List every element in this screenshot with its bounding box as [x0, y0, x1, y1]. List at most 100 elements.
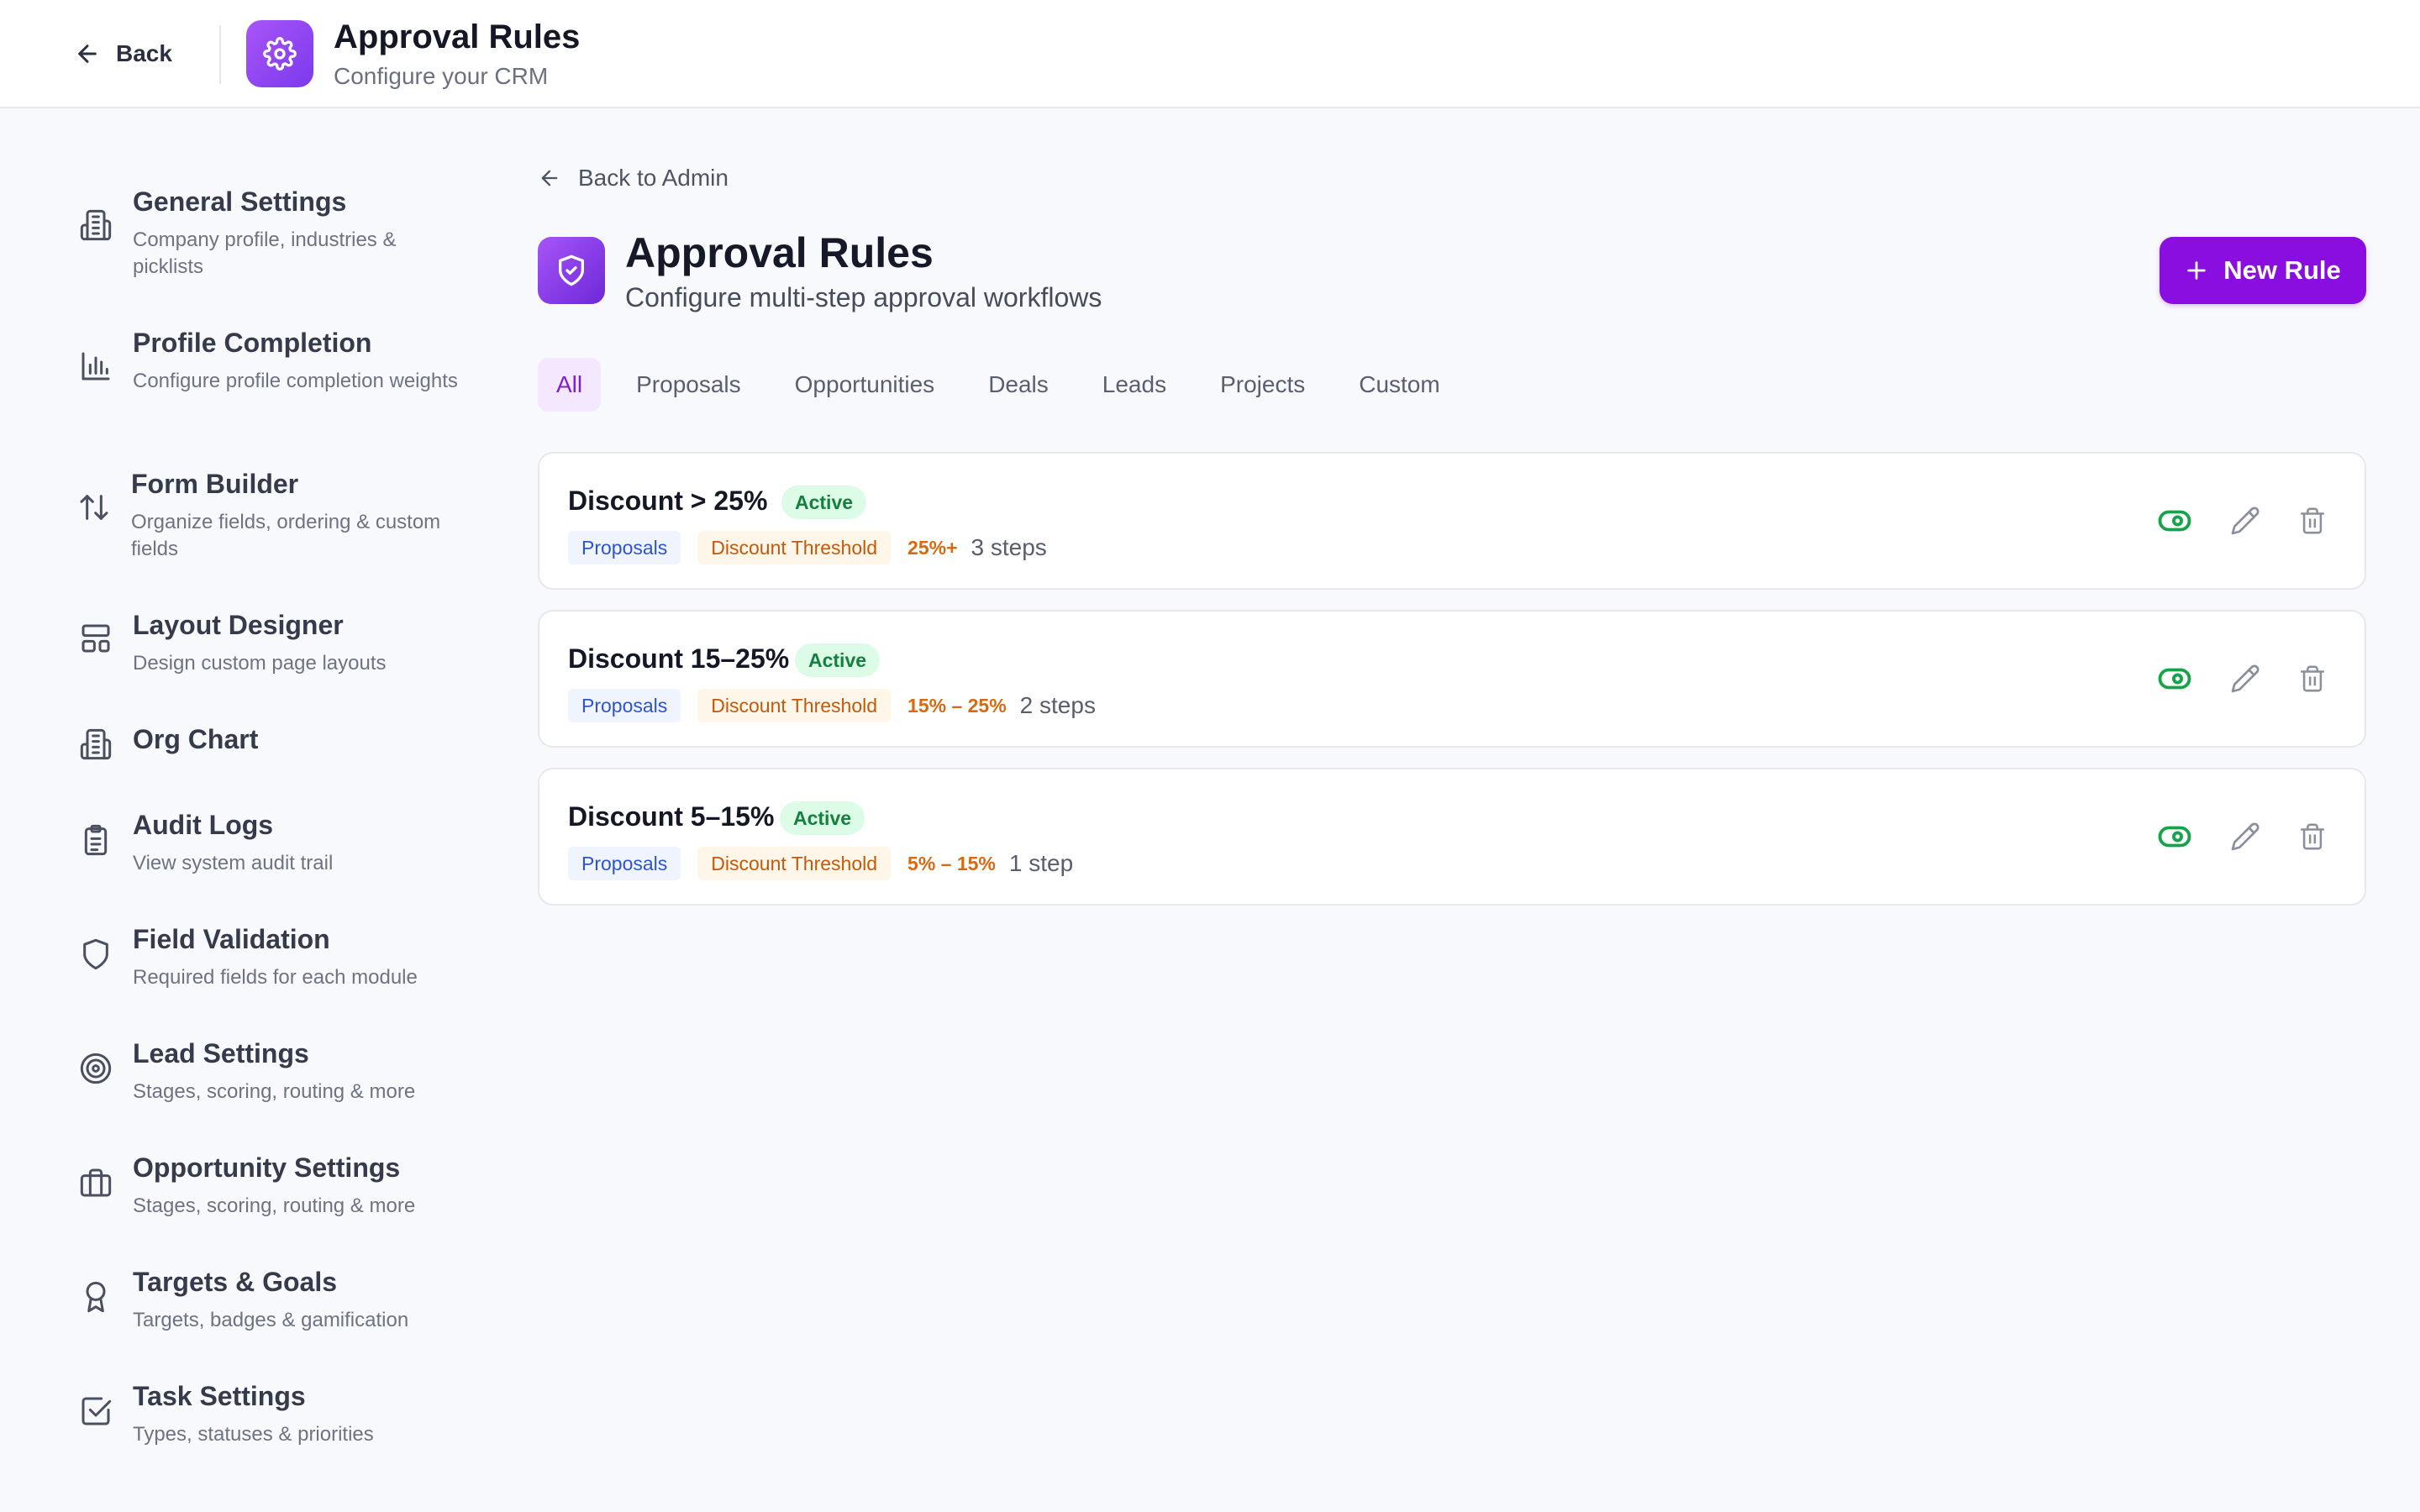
tab-proposals[interactable]: Proposals — [609, 358, 768, 412]
tab-deals[interactable]: Deals — [961, 358, 1076, 412]
rule-card: Discount 15–25% Active Proposals Discoun… — [538, 610, 2366, 748]
module-badge: Proposals — [568, 689, 681, 722]
sidebar-item-desc: View system audit trail — [133, 852, 334, 874]
sidebar-item-title: Lead Settings — [133, 1038, 309, 1068]
sidebar-item-field-validation[interactable]: Field Validation Required fields for eac… — [76, 924, 471, 991]
back-to-admin-link[interactable]: Back to Admin — [538, 165, 729, 192]
status-badge: Active — [781, 486, 867, 519]
award-icon — [79, 1280, 113, 1314]
threshold-range: 5% – 15% — [908, 852, 996, 874]
sidebar-item-desc: Design custom page layouts — [133, 652, 387, 675]
edit-button[interactable] — [2227, 660, 2264, 697]
back-button-label: Back — [116, 40, 172, 66]
page-title: Approval Rules — [334, 18, 581, 55]
sidebar-item-targets-goals[interactable]: Targets & Goals Targets, badges & gamifi… — [76, 1267, 471, 1334]
delete-button[interactable] — [2294, 818, 2331, 855]
rule-name: Discount > 25% — [568, 486, 768, 516]
toggle-on-icon — [2157, 503, 2192, 538]
sidebar-item-org-chart[interactable]: Org Chart — [76, 724, 471, 771]
tab-all[interactable]: All — [538, 358, 602, 412]
bar-chart-icon — [79, 349, 113, 383]
sidebar-item-audit-logs[interactable]: Audit Logs View system audit trail — [76, 810, 471, 877]
sidebar-item-lead-settings[interactable]: Lead Settings Stages, scoring, routing &… — [76, 1038, 471, 1105]
sidebar-item-desc: Configure profile completion weights — [133, 370, 458, 392]
status-badge: Active — [795, 643, 881, 677]
sidebar-item-title: Form Builder — [131, 469, 299, 499]
toggle-active-button[interactable] — [2156, 660, 2193, 697]
sidebar-item-form-builder[interactable]: Form Builder Organize fields, ordering &… — [76, 469, 471, 561]
toggle-active-button[interactable] — [2156, 818, 2193, 855]
step-count: 2 steps — [1019, 692, 1096, 718]
rule-card: Discount > 25% Active Proposals Discount… — [538, 452, 2366, 590]
sidebar-item-layout-designer[interactable]: Layout Designer Design custom page layou… — [76, 610, 471, 677]
sidebar-item-desc: Required fields for each module — [133, 966, 418, 989]
shield-check-icon — [555, 254, 588, 287]
arrow-left-icon — [74, 40, 101, 67]
sidebar-item-profile-completion[interactable]: Profile Completion Configure profile com… — [76, 328, 471, 420]
edit-button[interactable] — [2227, 818, 2264, 855]
gear-icon — [263, 37, 297, 71]
rule-card: Discount 5–15% Active Proposals Discount… — [538, 768, 2366, 906]
rule-meta: Proposals Discount Threshold 15% – 25% 2… — [568, 689, 1096, 722]
threshold-range: 25%+ — [908, 536, 958, 559]
pencil-icon — [2230, 506, 2260, 536]
clipboard-icon — [79, 823, 113, 857]
new-rule-label: New Rule — [2223, 255, 2341, 285]
building-icon — [79, 727, 113, 761]
sidebar-item-desc: Targets, badges & gamification — [133, 1309, 409, 1331]
toggle-on-icon — [2157, 661, 2192, 696]
sidebar-item-title: Layout Designer — [133, 610, 344, 640]
section-logo — [538, 237, 605, 304]
sidebar-item-desc: Types, statuses & priorities — [133, 1423, 374, 1446]
toggle-active-button[interactable] — [2156, 502, 2193, 539]
sort-arrows-icon — [77, 491, 111, 524]
section-subtitle: Configure multi-step approval workflows — [625, 282, 1102, 312]
new-rule-button[interactable]: New Rule — [2160, 237, 2366, 304]
delete-button[interactable] — [2294, 660, 2331, 697]
back-to-admin-label: Back to Admin — [578, 165, 729, 191]
tab-custom[interactable]: Custom — [1332, 358, 1466, 412]
sidebar-item-desc: Stages, scoring, routing & more — [133, 1194, 416, 1217]
sidebar-item-opportunity-settings[interactable]: Opportunity Settings Stages, scoring, ro… — [76, 1152, 471, 1220]
sidebar-item-title: Opportunity Settings — [133, 1152, 401, 1183]
sidebar-item-desc: Stages, scoring, routing & more — [133, 1080, 416, 1103]
sidebar-item-desc: Organize fields, ordering & custom field… — [131, 511, 441, 560]
section-title: Approval Rules — [625, 229, 934, 276]
layout-icon — [79, 622, 113, 655]
rule-name: Discount 15–25% — [568, 643, 790, 674]
arrow-left-icon — [538, 166, 561, 190]
type-badge: Discount Threshold — [697, 531, 892, 564]
back-button[interactable]: Back — [74, 35, 172, 72]
tab-projects[interactable]: Projects — [1193, 358, 1332, 412]
trash-icon — [2298, 822, 2327, 851]
sidebar-item-task-settings[interactable]: Task Settings Types, statuses & prioriti… — [76, 1381, 471, 1448]
app-logo — [246, 20, 313, 87]
step-count: 3 steps — [971, 534, 1047, 560]
sidebar-item-desc: Company profile, industries & picklists — [133, 228, 397, 278]
settings-sidebar: General Settings Company profile, indust… — [0, 109, 487, 1512]
trash-icon — [2298, 507, 2327, 535]
rule-meta: Proposals Discount Threshold 25%+ 3 step… — [568, 531, 1047, 564]
tab-opportunities[interactable]: Opportunities — [768, 358, 962, 412]
rule-meta: Proposals Discount Threshold 5% – 15% 1 … — [568, 847, 1073, 880]
building-icon — [79, 208, 113, 242]
tab-leads[interactable]: Leads — [1076, 358, 1193, 412]
step-count: 1 step — [1008, 850, 1074, 876]
checkbox-icon — [79, 1394, 113, 1428]
type-badge: Discount Threshold — [697, 847, 892, 880]
edit-button[interactable] — [2227, 502, 2264, 539]
plus-icon — [2185, 259, 2208, 282]
divider — [219, 25, 221, 84]
sidebar-item-general-settings[interactable]: General Settings Company profile, indust… — [76, 186, 471, 279]
delete-button[interactable] — [2294, 502, 2331, 539]
module-badge: Proposals — [568, 847, 681, 880]
sidebar-item-title: Profile Completion — [133, 328, 372, 358]
sidebar-item-title: Org Chart — [133, 724, 259, 754]
briefcase-icon — [79, 1166, 113, 1200]
status-badge: Active — [780, 801, 865, 835]
top-bar: Back Approval Rules Configure your CRM — [0, 0, 2420, 108]
module-tabs: All Proposals Opportunities Deals Leads … — [538, 358, 1467, 412]
rule-name: Discount 5–15% — [568, 801, 775, 832]
sidebar-item-title: Field Validation — [133, 924, 330, 954]
pencil-icon — [2230, 664, 2260, 694]
